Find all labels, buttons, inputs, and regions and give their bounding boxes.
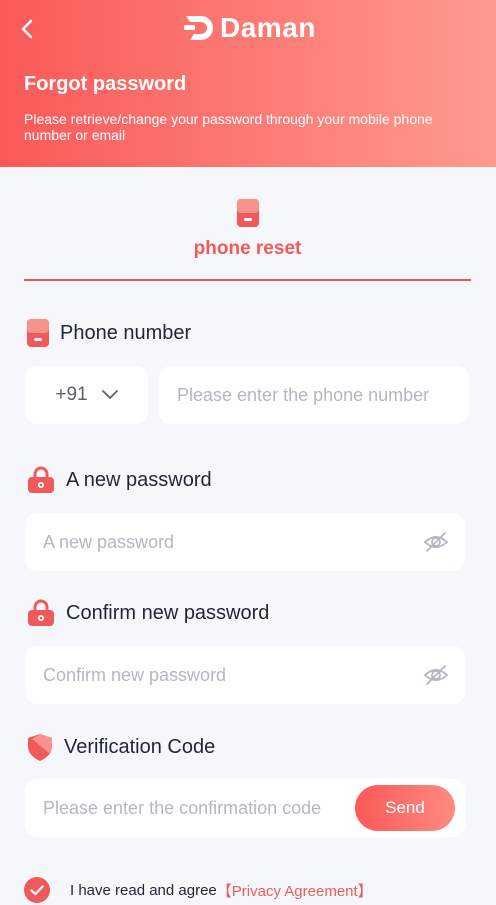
new-password-field [25,513,465,571]
new-password-label-text: A new password [66,468,212,491]
daman-logo-icon [184,16,213,40]
chevron-down-icon [101,390,118,399]
phone-icon [27,319,49,347]
phone-input[interactable] [177,366,467,424]
eye-off-icon[interactable] [423,663,449,687]
country-code-value: +91 [55,384,88,405]
country-code-select[interactable]: +91 [25,366,148,424]
confirm-password-field [25,646,465,704]
shield-icon [28,734,52,761]
lock-icon [28,466,54,493]
phone-icon [236,199,259,227]
page-description: Please retrieve/change your password thr… [24,111,433,143]
verification-code-label-text: Verification Code [64,735,216,758]
confirm-password-input[interactable] [43,646,423,704]
back-button[interactable] [12,14,42,44]
agreement-row: I have read and agree 【Privacy Agreement… [24,877,373,903]
tab-label: phone reset [193,238,302,259]
phone-number-label-text: Phone number [60,321,192,344]
check-icon [30,884,44,895]
send-code-button[interactable]: Send [355,785,455,831]
new-password-input[interactable] [43,513,423,571]
eye-off-icon[interactable] [423,530,449,554]
header: Daman Forgot password Please retrieve/ch… [0,0,496,167]
lock-icon [28,599,54,626]
brand-name: Daman [220,12,316,43]
confirm-password-label: Confirm new password [26,599,269,627]
brand-logo: Daman [182,10,316,46]
agreement-checkbox[interactable] [24,877,50,903]
tab-underline [24,279,471,281]
privacy-agreement-link[interactable]: 【Privacy Agreement】 [217,880,373,901]
agreement-text: I have read and agree [70,881,217,899]
page-title: Forgot password [24,73,187,95]
chevron-left-icon [21,19,33,39]
verification-code-label: Verification Code [26,732,215,762]
new-password-label: A new password [26,466,212,494]
phone-number-label: Phone number [26,318,191,348]
phone-field [159,366,469,424]
verification-code-input[interactable] [43,779,363,837]
verification-code-field: Send [25,779,465,837]
confirm-password-label-text: Confirm new password [66,601,270,624]
tab-phone-reset[interactable]: phone reset [24,190,471,281]
